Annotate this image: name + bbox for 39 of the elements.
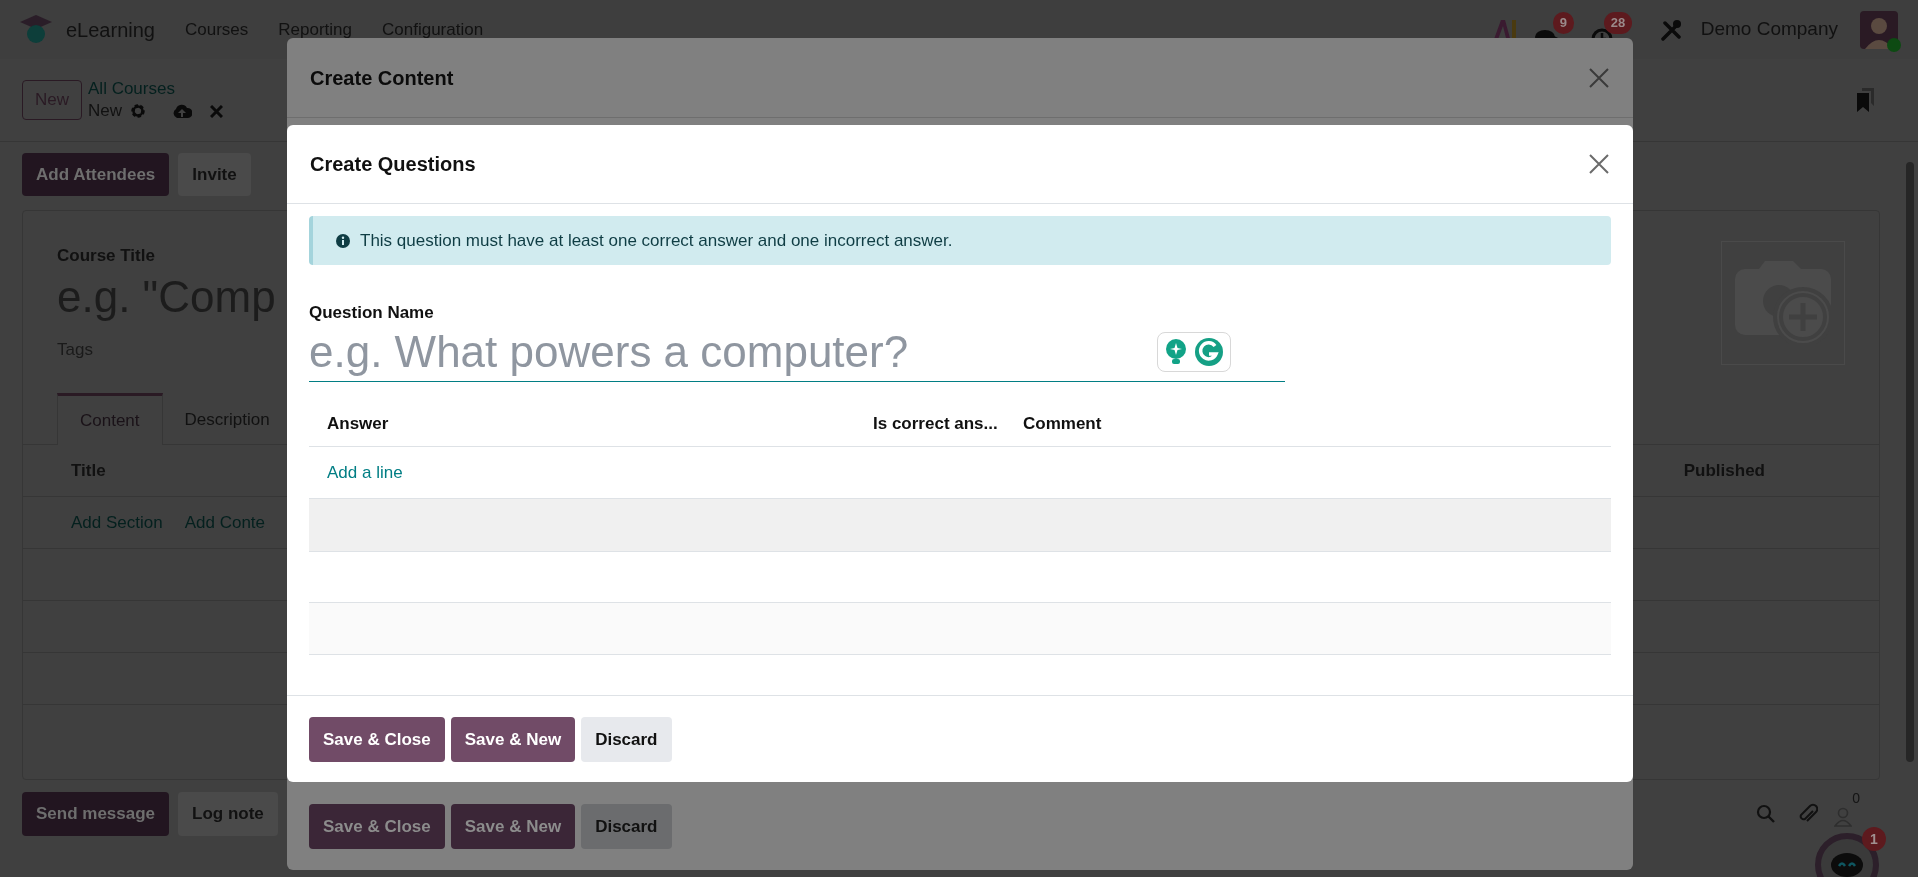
- column-header: Answer: [327, 413, 390, 436]
- gear-icon[interactable]: [130, 103, 147, 119]
- add-link[interactable]: Add Section: [71, 509, 163, 536]
- primary-button[interactable]: Save & Close: [309, 804, 445, 849]
- add-line-link[interactable]: Add a line: [327, 459, 403, 486]
- primary-button[interactable]: Save & Close: [309, 717, 445, 762]
- notification-badge: 1: [1862, 827, 1886, 851]
- scrollbar[interactable]: [1906, 162, 1914, 762]
- add-link[interactable]: Add Conte: [184, 509, 266, 536]
- primary-button[interactable]: Send message: [22, 792, 170, 836]
- info-icon: [336, 233, 350, 248]
- tools-icon[interactable]: [1660, 18, 1683, 41]
- question-name-input[interactable]: e.g. What powers a computer?: [309, 324, 1189, 380]
- close-icon[interactable]: [1589, 67, 1609, 88]
- secondary-button[interactable]: Discard: [581, 717, 672, 762]
- secondary-button[interactable]: Invite: [178, 153, 251, 196]
- dialog-title: Create Content: [310, 65, 454, 91]
- column-header: Comment: [1023, 413, 1102, 436]
- assistant-icon[interactable]: [1194, 337, 1224, 367]
- message-count-badge: 9: [1552, 11, 1574, 34]
- activity-count-badge: 28: [1603, 11, 1633, 34]
- secondary-button[interactable]: Log note: [178, 792, 278, 836]
- primary-button[interactable]: Add Attendees: [22, 153, 170, 196]
- breadcrumb-link[interactable]: All Courses: [88, 78, 224, 100]
- alert-message: This question must have at least one correct answer and one incorrect answer.: [360, 229, 953, 252]
- field-label: Question Name: [309, 302, 435, 324]
- dialog-title: Create Questions: [310, 152, 476, 177]
- lightbulb-icon[interactable]: [1164, 339, 1188, 365]
- cloud-upload-icon[interactable]: [172, 103, 193, 119]
- column-header: Is correct ans...: [873, 413, 999, 436]
- close-icon[interactable]: [1589, 154, 1609, 174]
- primary-button[interactable]: Save & New: [450, 804, 576, 849]
- writing-assistant-widget[interactable]: [1157, 332, 1231, 372]
- primary-button[interactable]: Save & New: [450, 717, 576, 762]
- user-avatar[interactable]: [1860, 10, 1898, 49]
- secondary-button[interactable]: Discard: [581, 804, 672, 849]
- graduation-cap-icon[interactable]: [20, 14, 52, 45]
- search-icon[interactable]: [1756, 804, 1777, 824]
- bookmark-icon[interactable]: [1856, 88, 1876, 112]
